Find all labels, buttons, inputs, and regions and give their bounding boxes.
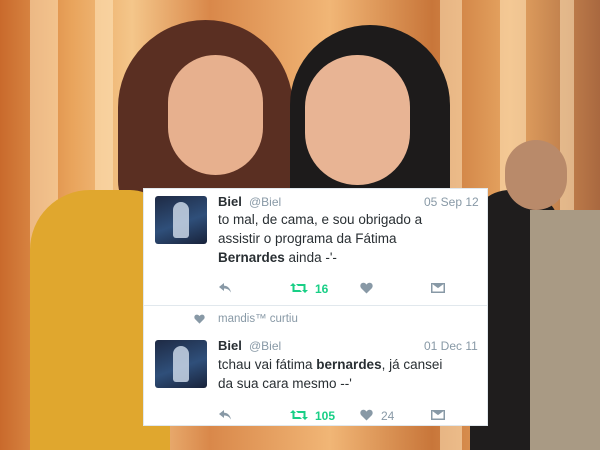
highlight-term: Bernardes	[218, 250, 285, 265]
bystander-jacket	[530, 210, 600, 450]
like-count: 24	[381, 409, 395, 423]
author-handle[interactable]: @Biel	[249, 339, 281, 353]
dm-icon[interactable]	[431, 409, 445, 421]
tweet-text-line-1: to mal, de cama, e sou obrigado a	[218, 212, 423, 227]
tweet-date[interactable]: 05 Sep 12	[424, 195, 479, 209]
tweet-text-line-3: Bernardes ainda -'-	[218, 250, 337, 265]
heart-icon[interactable]	[360, 409, 373, 421]
bystander	[505, 140, 567, 210]
reply-icon[interactable]	[218, 282, 232, 294]
dm-icon[interactable]	[431, 282, 445, 294]
heart-icon	[194, 314, 205, 324]
retweet-icon[interactable]	[290, 409, 308, 421]
retweet-count: 16	[315, 282, 329, 296]
highlight-term: bernardes	[316, 357, 382, 372]
retweet-icon[interactable]	[290, 282, 308, 294]
tweet-text: to mal, de cama, e sou obrigado a assist…	[218, 210, 422, 267]
liked-by-line[interactable]: mandis™ curtiu	[218, 313, 298, 325]
avatar[interactable]	[155, 340, 207, 388]
tweet-text-line-2: assistir o programa da Fátima	[218, 231, 397, 246]
tweet-1[interactable]: Biel @Biel 05 Sep 12 to mal, de cama, e …	[144, 189, 487, 306]
tweet-text-line-2: da sua cara mesmo --'	[218, 376, 352, 391]
author-name[interactable]: Biel	[218, 338, 242, 353]
man-face	[305, 55, 410, 185]
author-handle[interactable]: @Biel	[249, 195, 281, 209]
avatar[interactable]	[155, 196, 207, 244]
heart-icon[interactable]	[360, 282, 373, 294]
tweet-text: tchau vai fátima bernardes, já cansei da…	[218, 355, 442, 393]
reply-icon[interactable]	[218, 409, 232, 421]
tweet-2[interactable]: mandis™ curtiu Biel @Biel 01 Dec 11 tcha…	[144, 306, 487, 425]
tweet-card: Biel @Biel 05 Sep 12 to mal, de cama, e …	[143, 188, 488, 426]
tweet-text-line-1: tchau vai fátima bernardes, já cansei	[218, 357, 443, 372]
author-name[interactable]: Biel	[218, 194, 242, 209]
woman-face	[168, 55, 263, 175]
tweet-date[interactable]: 01 Dec 11	[424, 339, 478, 353]
retweet-count: 105	[315, 409, 336, 423]
